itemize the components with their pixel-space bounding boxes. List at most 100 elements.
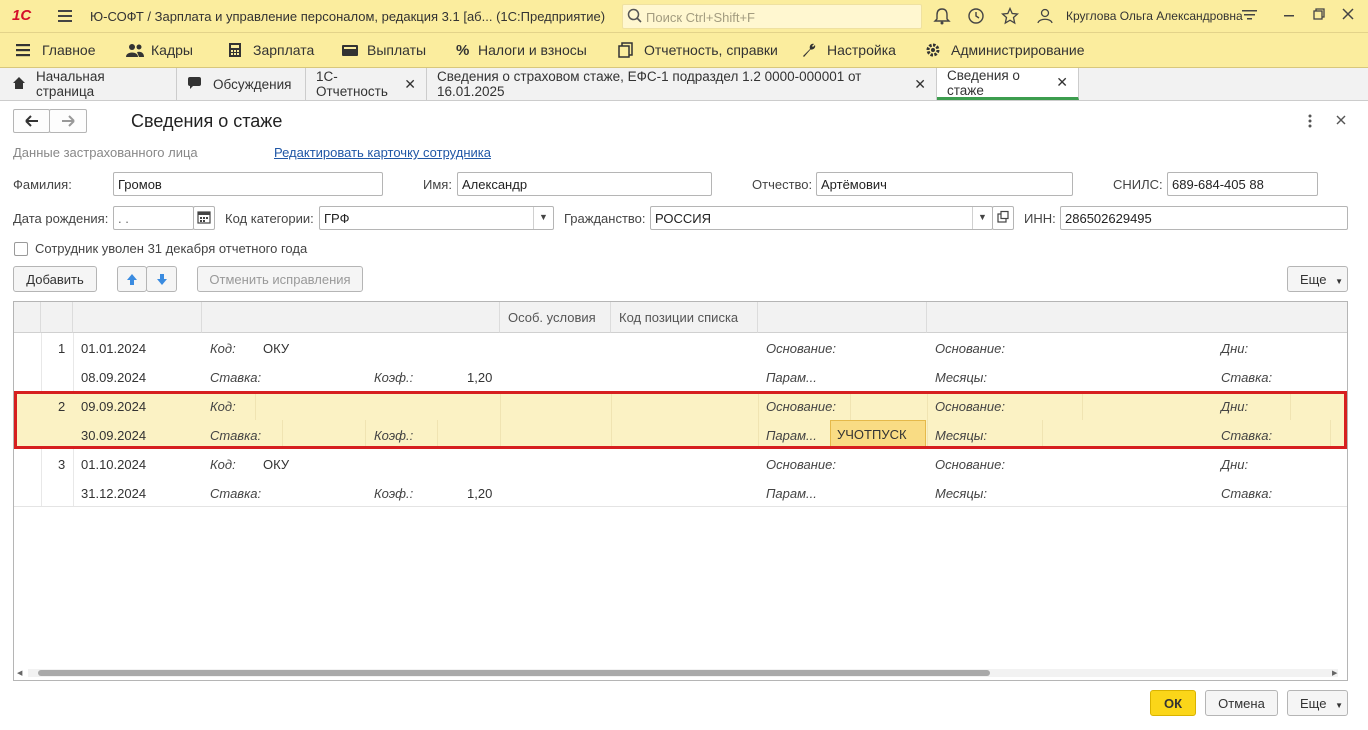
- cancel-button[interactable]: Отмена: [1205, 690, 1278, 716]
- patronymic-field[interactable]: Артёмович: [816, 172, 1073, 196]
- calculator-icon: [227, 42, 245, 58]
- basis-label: Основание:: [766, 457, 836, 472]
- calendar-icon: [197, 211, 211, 227]
- menu-item-label: Выплаты: [367, 42, 427, 58]
- footer-more-button[interactable]: Еще ▼: [1287, 690, 1348, 716]
- main-menu-icon[interactable]: [58, 9, 74, 26]
- menu-item-reports[interactable]: Отчетность, справки: [618, 42, 778, 58]
- tab-label: Сведения о стаже: [947, 67, 1020, 98]
- column-header-number[interactable]: [41, 302, 73, 333]
- more-options-icon[interactable]: [1306, 113, 1314, 132]
- inn-field[interactable]: 286502629495: [1060, 206, 1348, 230]
- close-tab-icon[interactable]: ✕: [404, 76, 416, 93]
- rate-label: Ставка:: [210, 428, 262, 443]
- surname-field[interactable]: Громов: [113, 172, 383, 196]
- menu-item-label: Настройка: [827, 42, 896, 58]
- more-label: Еще: [1300, 696, 1327, 711]
- chevron-down-icon[interactable]: ▼: [533, 207, 553, 229]
- menu-item-label: Зарплата: [253, 42, 315, 58]
- user-name[interactable]: Круглова Ольга Александровна: [1066, 9, 1243, 23]
- restore-icon[interactable]: [1312, 7, 1330, 25]
- move-down-button[interactable]: [146, 266, 177, 292]
- close-tab-icon[interactable]: ✕: [1056, 74, 1068, 91]
- search-placeholder: Поиск Ctrl+Shift+F: [646, 10, 755, 25]
- form-title: Сведения о стаже: [131, 111, 283, 131]
- add-button[interactable]: Добавить: [13, 266, 97, 292]
- minimize-icon[interactable]: [1282, 7, 1300, 25]
- move-up-button[interactable]: [117, 266, 147, 292]
- close-tab-icon[interactable]: ✕: [914, 76, 926, 93]
- scroll-right-icon[interactable]: ▶: [1332, 669, 1337, 677]
- cancel-corrections-button[interactable]: Отменить исправления: [197, 266, 363, 292]
- home-icon: [12, 76, 26, 93]
- user-icon[interactable]: [1036, 7, 1054, 25]
- more-button[interactable]: Еще ▼: [1287, 266, 1348, 292]
- open-link-icon: [996, 210, 1010, 227]
- period-from: 01.01.2024: [81, 341, 147, 356]
- menu-item-main[interactable]: Главное: [16, 42, 96, 58]
- citizenship-value: РОССИЯ: [655, 211, 712, 226]
- birth-date-field[interactable]: . .: [113, 206, 194, 230]
- column-header-terms[interactable]: [202, 302, 500, 333]
- open-citizenship-button[interactable]: [992, 206, 1014, 230]
- code-label: Код:: [210, 341, 236, 356]
- param-value-cell[interactable]: УЧОТПУСК: [830, 420, 926, 448]
- category-label: Код категории:: [225, 211, 314, 226]
- menu-item-staff[interactable]: Кадры: [125, 42, 193, 58]
- column-header-extra[interactable]: [927, 302, 1347, 333]
- column-header-list-code[interactable]: Код позиции списка: [611, 302, 758, 333]
- menu-item-taxes[interactable]: % Налоги и взносы: [456, 42, 587, 59]
- coef-value: 1,20: [467, 370, 493, 385]
- back-button[interactable]: [13, 109, 50, 133]
- arrow-left-icon: [14, 115, 49, 135]
- dismissed-checkbox[interactable]: [14, 242, 28, 256]
- forward-button[interactable]: [49, 109, 87, 133]
- column-header-special[interactable]: Особ. условия: [500, 302, 611, 333]
- months-label: Месяцы:: [935, 428, 987, 443]
- reports-icon: [618, 42, 636, 58]
- menu-item-payments[interactable]: Выплаты: [341, 42, 426, 58]
- category-select[interactable]: ГРФ ▼: [319, 206, 554, 230]
- tab-discussions[interactable]: Обсуждения: [177, 68, 306, 100]
- dismissed-label: Сотрудник уволен 31 декабря отчетного го…: [35, 241, 308, 256]
- bell-icon[interactable]: [933, 7, 951, 25]
- history-icon[interactable]: [967, 7, 985, 25]
- period-to: 31.12.2024: [81, 486, 147, 501]
- gear-icon: [925, 42, 943, 58]
- tab-home[interactable]: Начальная страница: [0, 68, 177, 100]
- rate-label: Ставка:: [210, 486, 262, 501]
- search-input[interactable]: Поиск Ctrl+Shift+F: [622, 4, 922, 29]
- close-window-icon[interactable]: [1341, 7, 1359, 25]
- tab-1c-reporting[interactable]: 1С-Отчетность ✕: [306, 68, 427, 100]
- citizenship-select[interactable]: РОССИЯ ▼: [650, 206, 993, 230]
- column-header-basis[interactable]: [758, 302, 927, 333]
- snils-field[interactable]: 689-684-405 88: [1167, 172, 1318, 196]
- tab-experience-info[interactable]: Сведения о стаже ✕: [937, 68, 1079, 100]
- coef-label: Коэф.:: [374, 486, 414, 501]
- wallet-icon: [341, 42, 359, 58]
- experience-table[interactable]: Особ. условия Код позиции списка 1 01.01…: [13, 301, 1348, 681]
- star-icon[interactable]: [1000, 6, 1020, 25]
- row-number: 1: [58, 341, 66, 356]
- horizontal-scrollbar[interactable]: [28, 669, 1338, 677]
- close-form-icon[interactable]: [1335, 114, 1347, 129]
- section-label: Данные застрахованного лица: [13, 145, 198, 160]
- column-header-period[interactable]: [73, 302, 202, 333]
- scroll-left-icon[interactable]: ◀: [17, 669, 22, 677]
- calendar-button[interactable]: [193, 206, 215, 230]
- menu-item-settings[interactable]: Настройка: [801, 42, 896, 58]
- name-field[interactable]: Александр: [457, 172, 712, 196]
- caret-down-icon: ▼: [1335, 277, 1343, 286]
- menu-item-salary[interactable]: Зарплата: [227, 42, 314, 58]
- period-to: 30.09.2024: [81, 428, 147, 443]
- scrollbar-thumb[interactable]: [38, 670, 990, 676]
- settings-lines-icon[interactable]: [1242, 7, 1260, 25]
- edit-employee-link[interactable]: Редактировать карточку сотрудника: [274, 145, 491, 160]
- citizenship-label: Гражданство:: [564, 211, 646, 226]
- ok-button[interactable]: ОК: [1150, 690, 1196, 716]
- menu-item-admin[interactable]: Администрирование: [925, 42, 1085, 58]
- period-from: 01.10.2024: [81, 457, 147, 472]
- chevron-down-icon[interactable]: ▼: [972, 207, 992, 229]
- tab-efs-report[interactable]: Сведения о страховом стаже, ЕФС-1 подраз…: [427, 68, 937, 100]
- rate-label-2: Ставка:: [1221, 486, 1273, 501]
